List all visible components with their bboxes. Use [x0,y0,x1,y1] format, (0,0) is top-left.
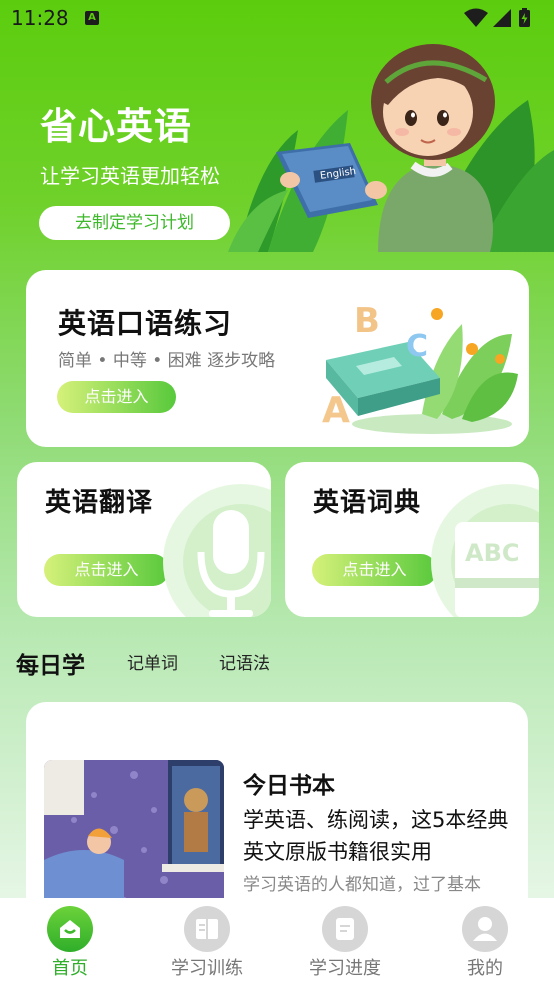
app-screen: 11:28 A 省心英语 让学习英语更加轻松 去制定学习计划 English 英… [0,0,554,984]
status-bar: 11:28 A [0,0,554,38]
home-icon [47,906,93,952]
status-time: 11:28 [11,6,69,30]
svg-text:B: B [354,301,380,341]
progress-icon [322,906,368,952]
system-status-icons [464,8,530,27]
oral-practice-title: 英语口语练习 [58,307,233,340]
translate-card[interactable]: 英语翻译 点击进入 [17,462,271,617]
oral-practice-enter-button[interactable]: 点击进入 [57,381,176,413]
dictionary-title: 英语词典 [313,488,422,518]
tab-grammar[interactable]: 记语法 [219,649,270,674]
tab-daily-study[interactable]: 每日学 [16,646,85,680]
oral-practice-card[interactable]: 英语口语练习 简单 • 中等 • 困难 逐步攻略 点击进入 B C A [26,270,529,447]
abc-books-illustration: B C A [322,301,518,434]
nav-study-progress-label: 学习进度 [309,958,381,979]
microphone-icon [163,484,271,617]
nav-study-training-label: 学习训练 [171,958,243,979]
translate-title: 英语翻译 [45,488,154,518]
nav-mine[interactable]: 我的 [430,904,540,982]
book-cover-thumbnail [44,760,224,920]
bottom-navigation: 首页 学习训练 学习进度 我的 [0,898,554,984]
hero-illustration: English [228,44,554,252]
wifi-icon [464,8,488,27]
signal-icon [493,9,511,27]
nav-home[interactable]: 首页 [15,904,125,982]
abc-dictionary-icon: ABC [431,484,539,617]
svg-text:ABC: ABC [465,539,519,567]
translate-enter-button[interactable]: 点击进入 [44,554,169,586]
daily-study-tabs: 每日学 记单词 记语法 [0,640,554,684]
nav-home-label: 首页 [52,958,88,979]
notification-a-icon: A [85,11,99,25]
book-icon [184,906,230,952]
nav-mine-label: 我的 [467,958,503,979]
svg-text:A: A [322,390,350,431]
user-icon [462,906,508,952]
app-title: 省心英语 [40,105,192,148]
battery-charging-icon [519,8,530,27]
nav-study-progress[interactable]: 学习进度 [290,904,400,982]
app-subtitle: 让学习英语更加轻松 [40,164,220,188]
oral-practice-levels: 简单 • 中等 • 困难 逐步攻略 [58,351,276,371]
article-description: 学习英语的人都知道，过了基本 [243,875,481,895]
make-study-plan-button[interactable]: 去制定学习计划 [39,206,230,240]
tab-vocabulary[interactable]: 记单词 [127,649,178,674]
dictionary-card[interactable]: 英语词典 点击进入 ABC [285,462,539,617]
svg-text:C: C [406,329,428,364]
dictionary-enter-button[interactable]: 点击进入 [312,554,437,586]
nav-study-training[interactable]: 学习训练 [152,904,262,982]
article-section-title: 今日书本 [243,773,335,799]
article-headline[interactable]: 学英语、练阅读，这5本经典英文原版书籍很实用 [243,804,513,868]
